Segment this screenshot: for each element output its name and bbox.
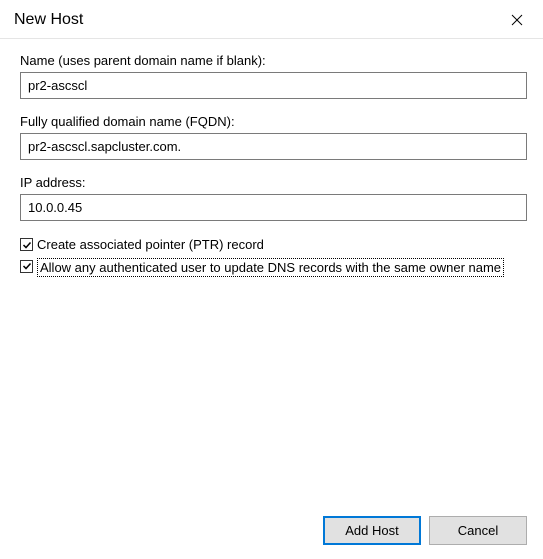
allow-update-checkbox-label: Allow any authenticated user to update D… (37, 258, 527, 278)
fqdn-label: Fully qualified domain name (FQDN): (20, 114, 527, 129)
close-icon (511, 14, 523, 26)
focus-indicator: Allow any authenticated user to update D… (37, 258, 504, 278)
name-label: Name (uses parent domain name if blank): (20, 53, 527, 68)
ptr-checkbox-label: Create associated pointer (PTR) record (37, 236, 527, 254)
allow-update-checkbox[interactable] (20, 260, 33, 273)
name-input[interactable] (20, 72, 527, 99)
button-bar: Add Host Cancel (323, 516, 527, 545)
dialog-content: Name (uses parent domain name if blank):… (0, 39, 543, 277)
title-bar: New Host (0, 0, 543, 39)
allow-update-checkbox-row[interactable]: Allow any authenticated user to update D… (20, 258, 527, 278)
ip-input[interactable] (20, 194, 527, 221)
ptr-checkbox[interactable] (20, 238, 33, 251)
checkmark-icon (22, 240, 32, 250)
ip-label: IP address: (20, 175, 527, 190)
close-button[interactable] (503, 8, 531, 32)
dialog-title: New Host (14, 11, 83, 29)
ptr-checkbox-row[interactable]: Create associated pointer (PTR) record (20, 236, 527, 254)
fqdn-input (20, 133, 527, 160)
checkmark-icon (22, 261, 32, 271)
add-host-button[interactable]: Add Host (323, 516, 421, 545)
cancel-button[interactable]: Cancel (429, 516, 527, 545)
